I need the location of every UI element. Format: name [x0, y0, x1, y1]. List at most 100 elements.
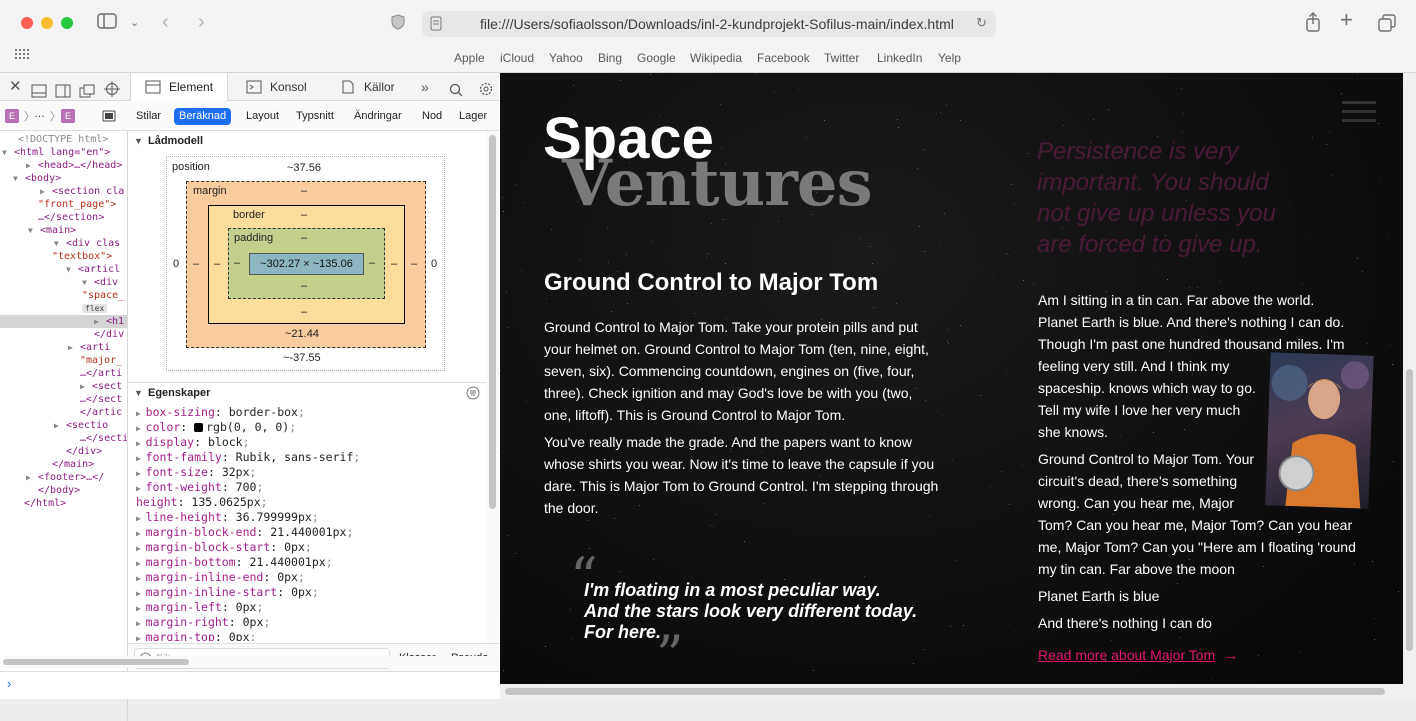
favorite-link[interactable]: Bing: [598, 51, 622, 65]
dom-tree-node[interactable]: ▶ <head>…</head>: [26, 159, 122, 172]
new-tab-icon[interactable]: +: [1340, 9, 1353, 31]
filter-options-icon[interactable]: [466, 386, 480, 405]
disclosure-triangle-icon[interactable]: ▶: [136, 619, 146, 628]
dom-tree-node[interactable]: "space_: [82, 289, 124, 302]
dom-horizontal-scrollbar[interactable]: [0, 656, 499, 668]
tab-kallor[interactable]: Källor: [330, 73, 418, 101]
favorite-link[interactable]: Wikipedia: [690, 51, 742, 65]
privacy-shield-icon[interactable]: [391, 14, 405, 36]
computed-property-row[interactable]: ▶ display: block;: [136, 435, 250, 450]
color-swatch-icon[interactable]: [194, 423, 204, 432]
dom-tree-node[interactable]: <!DOCTYPE html>: [18, 133, 108, 146]
subtab-typsnitt[interactable]: Typsnitt: [296, 108, 334, 125]
computed-property-row[interactable]: ▶ font-weight: 700;: [136, 480, 263, 495]
dom-tree-node[interactable]: ▼ <main>: [28, 224, 76, 237]
favorite-link[interactable]: Yelp: [938, 51, 961, 65]
dom-tree-node[interactable]: ▶ <sectio: [54, 419, 108, 432]
computed-property-row[interactable]: ▶ margin-bottom: 21.440001px;: [136, 555, 333, 570]
dom-tree-node[interactable]: …</sectio: [80, 432, 127, 445]
disclosure-triangle-icon[interactable]: ▼: [28, 224, 33, 237]
reload-icon[interactable]: ↻: [976, 15, 987, 31]
disclosure-triangle-icon[interactable]: ▶: [136, 454, 146, 463]
computed-property-row[interactable]: ▶ margin-block-start: 0px;: [136, 540, 312, 555]
tab-element[interactable]: Element: [130, 73, 228, 101]
favorite-link[interactable]: Yahoo: [549, 51, 583, 65]
print-styles-icon[interactable]: [102, 109, 116, 127]
favorite-link[interactable]: Twitter: [824, 51, 859, 65]
disclosure-triangle-icon[interactable]: ▼: [2, 146, 7, 159]
element-badge-icon[interactable]: E: [5, 109, 19, 123]
breadcrumb-ellipsis[interactable]: …: [34, 108, 45, 120]
disclosure-triangle-icon[interactable]: ▶: [68, 341, 73, 354]
dom-tree-node[interactable]: ▼ <div clas: [54, 237, 120, 250]
tab-overview-icon[interactable]: [1378, 14, 1396, 38]
page-vertical-scrollbar[interactable]: [1403, 73, 1416, 684]
disclosure-triangle-icon[interactable]: ▶: [40, 185, 45, 198]
forward-icon[interactable]: ›: [198, 12, 205, 32]
disclosure-triangle-icon[interactable]: ▶: [94, 315, 99, 328]
subtab-andringar[interactable]: Ändringar: [354, 108, 402, 125]
computed-property-row[interactable]: ▶ margin-inline-start: 0px;: [136, 585, 319, 600]
console-prompt[interactable]: ›: [0, 671, 499, 699]
computed-property-row[interactable]: ▶ margin-right: 0px;: [136, 615, 270, 630]
disclosure-triangle-icon[interactable]: ▶: [136, 529, 146, 538]
favorite-link[interactable]: Apple: [454, 51, 485, 65]
sidebar-scrollbar[interactable]: [486, 131, 499, 643]
computed-property-row[interactable]: ▶ margin-block-end: 21.440001px;: [136, 525, 353, 540]
share-icon[interactable]: [1305, 12, 1321, 38]
dom-tree-node[interactable]: ▶ <footer>…</: [26, 471, 104, 484]
tab-konsol[interactable]: Konsol: [236, 73, 326, 101]
dom-tree-node[interactable]: </body>: [38, 484, 80, 497]
favorite-link[interactable]: iCloud: [500, 51, 534, 65]
disclosure-triangle-icon[interactable]: ▶: [136, 514, 146, 523]
dom-tree-node[interactable]: </main>: [52, 458, 94, 471]
dom-tree-node[interactable]: </html>: [24, 497, 66, 510]
hamburger-menu-icon[interactable]: [1342, 101, 1376, 123]
dom-tree-node[interactable]: "major_: [80, 354, 122, 367]
address-bar[interactable]: file:///Users/sofiaolsson/Downloads/inl-…: [422, 11, 996, 37]
disclosure-triangle-icon[interactable]: ▶: [26, 471, 31, 484]
more-tabs-icon[interactable]: »: [421, 73, 429, 101]
disclosure-triangle-icon[interactable]: ▶: [136, 589, 146, 598]
subtab-layout[interactable]: Layout: [246, 108, 279, 125]
scrollbar-thumb[interactable]: [3, 659, 189, 665]
disclosure-triangle-icon[interactable]: ▼: [134, 388, 143, 398]
dom-tree-node[interactable]: ▼ <html lang="en">: [2, 146, 110, 159]
disclosure-triangle-icon[interactable]: ▶: [136, 544, 146, 553]
disclosure-triangle-icon[interactable]: ▶: [136, 409, 146, 418]
grid-icon[interactable]: [15, 48, 29, 68]
scrollbar-thumb[interactable]: [1406, 369, 1413, 651]
subtab-lager[interactable]: Lager: [459, 108, 487, 125]
dom-tree-node[interactable]: …</sect: [80, 393, 122, 406]
computed-property-row[interactable]: ▶ font-family: Rubik, sans-serif;: [136, 450, 360, 465]
dom-tree-node[interactable]: ▶ <sect: [80, 380, 122, 393]
dom-tree-node[interactable]: ▶ <arti: [68, 341, 110, 354]
dom-tree-node[interactable]: ▼ <articl: [66, 263, 120, 276]
dom-tree-node[interactable]: </div>: [66, 445, 102, 458]
disclosure-triangle-icon[interactable]: ▶: [136, 484, 146, 493]
subtab-beraknad[interactable]: Beräknad: [174, 108, 232, 125]
disclosure-triangle-icon[interactable]: ▶: [136, 424, 146, 433]
disclosure-triangle-icon[interactable]: ▼: [134, 136, 143, 146]
computed-property-row[interactable]: ▶ margin-inline-end: 0px;: [136, 570, 305, 585]
scrollbar-thumb[interactable]: [505, 688, 1385, 695]
read-more-link[interactable]: Read more about Major Tom →: [1038, 647, 1239, 667]
dom-tree-node[interactable]: </div: [94, 328, 124, 341]
close-window-button[interactable]: [21, 17, 33, 29]
sidebar-toggle-icon[interactable]: [97, 13, 117, 35]
dom-tree-node[interactable]: ▶ <h1: [0, 315, 127, 328]
computed-property-row[interactable]: ▶ box-sizing: border-box;: [136, 405, 305, 420]
disclosure-triangle-icon[interactable]: ▶: [80, 380, 85, 393]
disclosure-triangle-icon[interactable]: ▼: [13, 172, 18, 185]
disclosure-triangle-icon[interactable]: ▶: [54, 419, 59, 432]
computed-property-row[interactable]: ▶ color: rgb(0, 0, 0);: [136, 420, 296, 435]
close-icon[interactable]: ✕: [9, 73, 22, 101]
disclosure-triangle-icon[interactable]: ▶: [136, 574, 146, 583]
zoom-window-button[interactable]: [61, 17, 73, 29]
disclosure-triangle-icon[interactable]: ▼: [54, 237, 59, 250]
disclosure-triangle-icon[interactable]: ▶: [136, 634, 146, 641]
minimize-window-button[interactable]: [41, 17, 53, 29]
computed-property-row[interactable]: ▶ line-height: 36.799999px;: [136, 510, 319, 525]
disclosure-triangle-icon[interactable]: ▶: [136, 469, 146, 478]
back-icon[interactable]: ‹: [162, 12, 169, 32]
